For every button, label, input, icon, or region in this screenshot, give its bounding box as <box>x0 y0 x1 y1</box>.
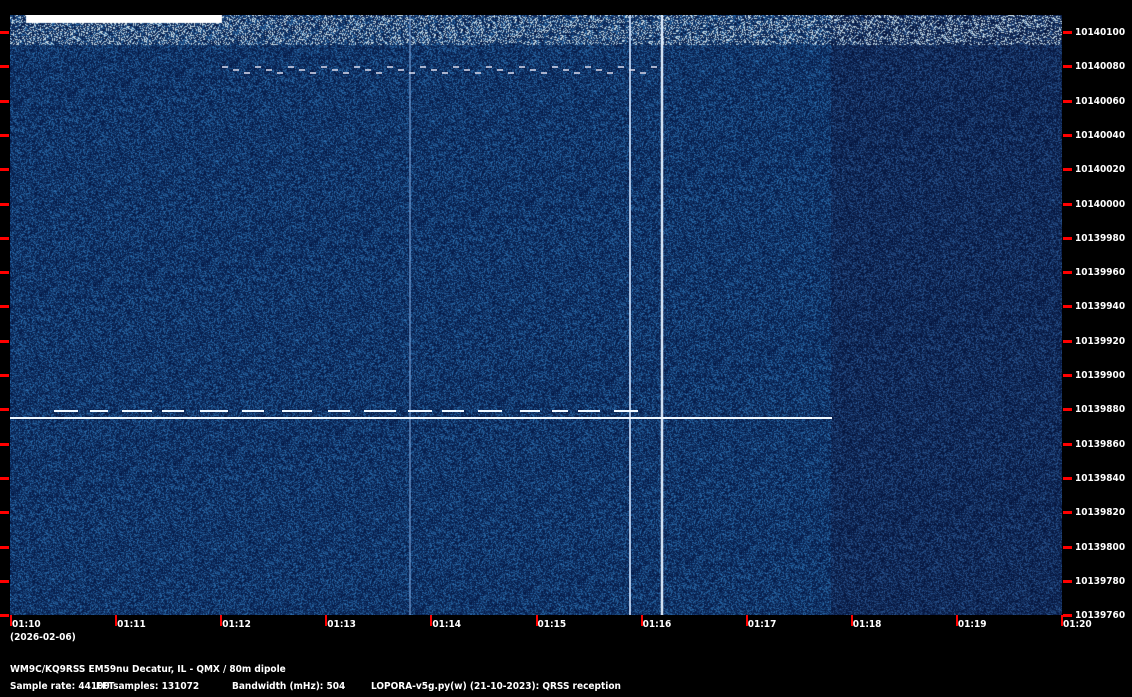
signal-traces <box>10 15 832 615</box>
freq-label: 10139780 <box>1075 575 1126 587</box>
freq-tick <box>1063 99 1072 103</box>
time-label: 01:11 <box>117 619 146 630</box>
freq-tick <box>1063 271 1072 275</box>
freq-label: 10140000 <box>1075 198 1126 210</box>
freq-tick-left <box>0 476 9 480</box>
date-label: (2026-02-06) <box>10 632 76 643</box>
freq-tick-left <box>0 271 9 275</box>
freq-label: 10140020 <box>1075 164 1126 176</box>
freq-label: 10139880 <box>1075 404 1126 416</box>
freq-label: 10139980 <box>1075 232 1126 244</box>
freq-tick-left <box>0 408 9 412</box>
freq-tick-left <box>0 31 9 34</box>
time-label: 01:19 <box>957 619 987 630</box>
freq-label: 10139920 <box>1075 335 1126 347</box>
freq-tick <box>1063 339 1072 343</box>
time-label: 01:10 <box>12 619 41 630</box>
freq-tick-left <box>0 133 9 137</box>
time-label: 01:12 <box>222 619 251 630</box>
freq-label: 10139960 <box>1075 267 1126 279</box>
freq-tick-left <box>0 579 9 583</box>
freq-tick-left <box>0 99 9 103</box>
freq-label: 10140100 <box>1075 27 1126 38</box>
freq-tick <box>1063 236 1072 240</box>
software-version: LOPORA-v5g.py(w) (21-10-2023): QRSS rece… <box>371 681 621 692</box>
freq-tick-left <box>0 168 9 172</box>
freq-tick-left <box>0 339 9 343</box>
freq-label: 10140080 <box>1075 61 1126 73</box>
freq-tick <box>1063 374 1072 377</box>
freq-tick-left <box>0 202 9 206</box>
freq-label: 10139860 <box>1075 438 1126 450</box>
time-label: 01:14 <box>432 619 462 630</box>
freq-tick <box>1063 476 1072 480</box>
freq-label: 10139800 <box>1075 541 1126 553</box>
bandwidth: Bandwidth (mHz): 504 <box>232 681 346 692</box>
time-label: 01:20 <box>1063 619 1092 630</box>
freq-label: 10139900 <box>1075 370 1126 381</box>
freq-tick-left <box>0 65 9 69</box>
freq-tick <box>1063 442 1072 446</box>
freq-tick <box>1063 614 1072 618</box>
station-info: WM9C/KQ9RSS EM59nu Decatur, IL - QMX / 8… <box>10 664 286 675</box>
time-label: 01:17 <box>747 619 777 630</box>
freq-tick-left <box>0 236 9 240</box>
freq-tick-left <box>0 305 9 309</box>
freq-tick <box>1063 511 1072 515</box>
freq-tick <box>1063 31 1072 34</box>
freq-tick <box>1063 408 1072 412</box>
freq-label: 10139820 <box>1075 507 1126 519</box>
freq-tick-left <box>0 511 9 515</box>
freq-tick-left <box>0 374 9 377</box>
time-label: 01:18 <box>852 619 882 630</box>
time-label: 01:13 <box>327 619 356 630</box>
freq-label: 10140060 <box>1075 95 1126 107</box>
freq-tick <box>1063 202 1072 206</box>
time-label: 01:15 <box>537 619 567 630</box>
freq-tick-left <box>0 545 9 549</box>
freq-tick <box>1063 579 1072 583</box>
freq-tick <box>1063 133 1072 137</box>
freq-tick <box>1063 545 1072 549</box>
freq-tick-left <box>0 614 9 618</box>
freq-tick <box>1063 65 1072 69</box>
fft-samples: FFTsamples: 131072 <box>96 681 200 692</box>
freq-tick <box>1063 305 1072 309</box>
time-label: 01:16 <box>642 619 672 630</box>
freq-tick <box>1063 168 1072 172</box>
sample-rate: Sample rate: 44100 <box>10 681 110 692</box>
freq-label: 10139840 <box>1075 472 1126 484</box>
freq-label: 10139940 <box>1075 301 1126 313</box>
freq-tick-left <box>0 442 9 446</box>
freq-label: 10140040 <box>1075 129 1126 141</box>
